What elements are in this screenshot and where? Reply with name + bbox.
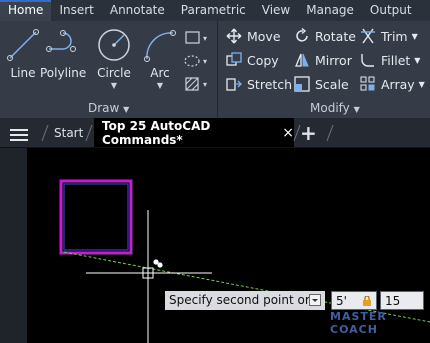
drawn-rectangle-inner (63, 183, 129, 251)
command-prompt-text: Specify second point or (169, 293, 310, 307)
drawn-rectangle-outer[interactable] (59, 179, 133, 255)
lock-icon[interactable] (362, 296, 372, 306)
angle-input[interactable]: 15 (380, 291, 424, 310)
distance-value: 5' (336, 294, 347, 308)
dropdown-arrow-icon[interactable] (309, 294, 321, 306)
command-prompt-tooltip: Specify second point or (165, 291, 325, 310)
distance-input[interactable]: 5' (331, 291, 377, 310)
angle-value: 15 (385, 294, 401, 308)
master-coach-watermark: MASTER COACH (330, 310, 387, 336)
